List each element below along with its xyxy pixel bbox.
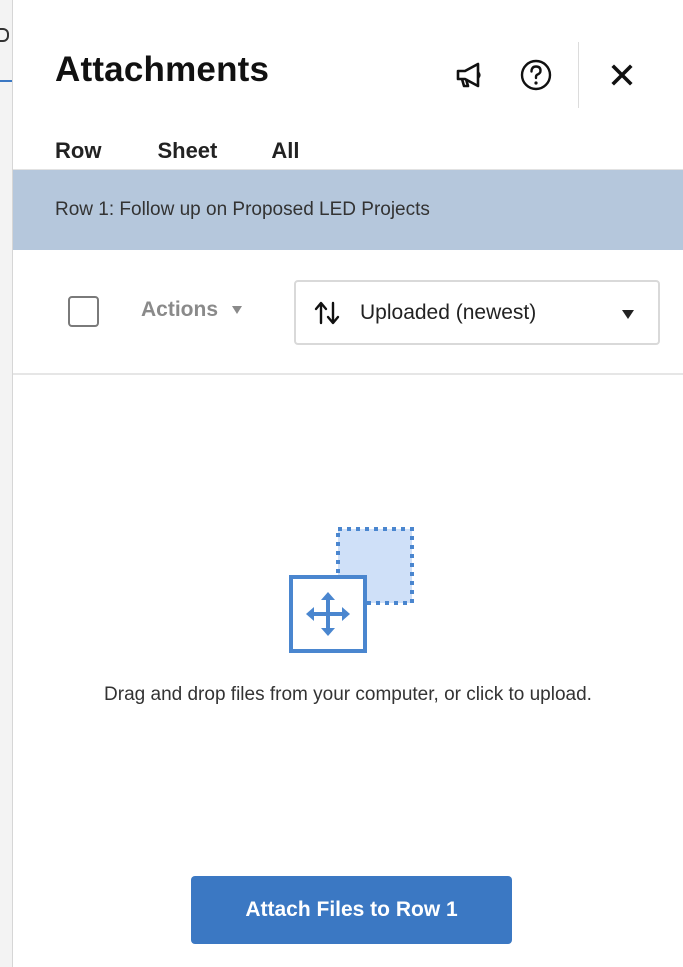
megaphone-icon[interactable] <box>451 56 489 94</box>
drag-drop-move-icon[interactable] <box>285 524 419 658</box>
toolbar-divider <box>13 373 683 375</box>
tab-sheet[interactable]: Sheet <box>157 138 217 172</box>
tab-row[interactable]: Row <box>55 138 102 172</box>
attach-files-button[interactable]: Attach Files to Row 1 <box>191 876 512 944</box>
sort-dropdown[interactable]: Uploaded (newest) <box>294 280 660 345</box>
chevron-down-icon <box>622 310 634 319</box>
partial-underline <box>0 80 12 82</box>
row-banner-text: Row 1: Follow up on Proposed LED Project… <box>55 199 430 220</box>
dropzone-text[interactable]: Drag and drop files from your computer, … <box>13 684 683 706</box>
close-icon[interactable] <box>605 58 639 92</box>
background-app-edge <box>0 0 13 967</box>
tab-all[interactable]: All <box>271 138 299 172</box>
sort-selected-value: Uploaded (newest) <box>360 300 537 324</box>
attachments-panel: Attachments Row Sheet All Row 1: Follow … <box>13 0 683 967</box>
partial-icon <box>0 28 9 42</box>
actions-dropdown[interactable]: Actions <box>141 298 243 322</box>
select-all-checkbox[interactable] <box>68 296 99 327</box>
panel-title: Attachments <box>55 50 270 89</box>
sort-arrows-icon <box>312 298 342 328</box>
chevron-down-icon <box>232 306 243 314</box>
row-banner: Row 1: Follow up on Proposed LED Project… <box>13 170 683 250</box>
header-divider <box>578 42 579 108</box>
help-icon[interactable] <box>517 56 555 94</box>
tab-bar: Row Sheet All <box>55 138 300 172</box>
actions-label: Actions <box>141 298 219 321</box>
